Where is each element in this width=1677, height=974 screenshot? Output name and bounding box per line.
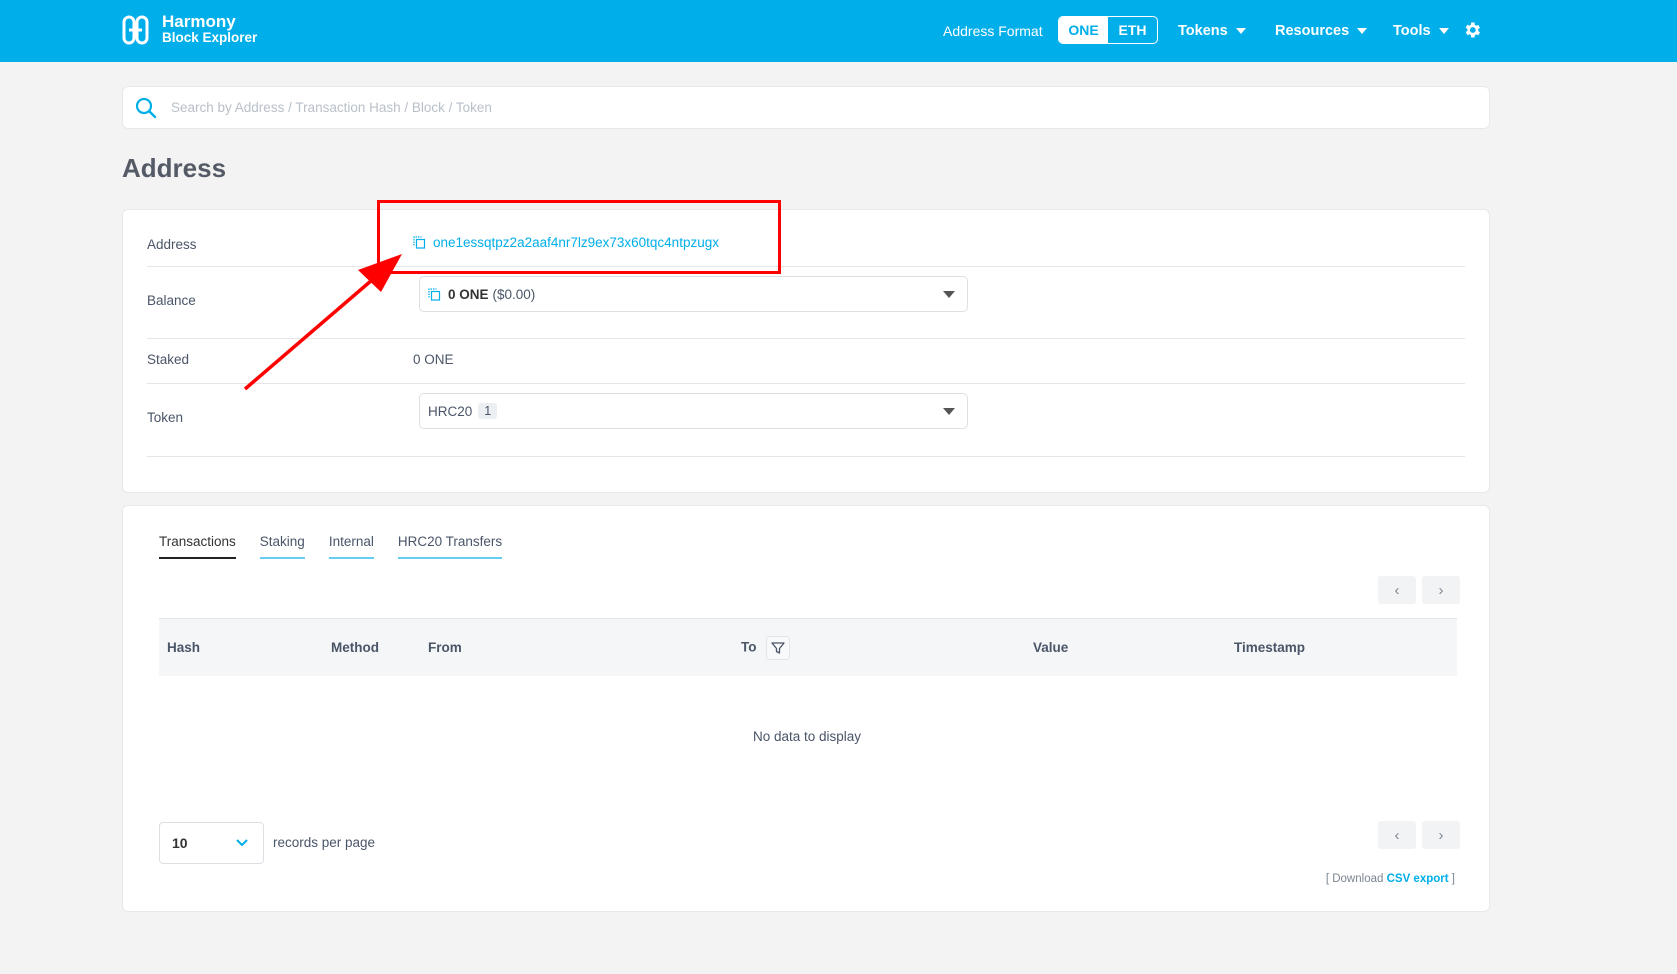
format-one-option[interactable]: ONE [1059,17,1108,43]
format-eth-option[interactable]: ETH [1108,17,1157,43]
balance-usd: ($0.00) [492,286,536,302]
records-per-page-value: 10 [172,835,188,851]
token-dropdown[interactable]: HRC20 1 [419,393,968,429]
transactions-card: Transactions Staking Internal HRC20 Tran… [122,505,1490,912]
column-from: From [428,640,462,655]
token-count-badge: 1 [478,403,498,419]
row-divider [147,383,1465,384]
gear-icon[interactable] [1462,20,1482,40]
row-divider [147,456,1465,457]
staked-label: Staked [147,352,190,367]
next-page-button[interactable]: › [1422,576,1460,604]
tab-staking[interactable]: Staking [259,534,305,559]
caret-down-icon [943,291,955,298]
caret-down-icon [1235,28,1246,34]
table-header: Hash Method From To Value Timestamp [159,618,1457,676]
prev-page-button[interactable]: ‹ [1378,576,1416,604]
csv-export-suffix: ] [1451,873,1455,885]
search-bar [122,86,1490,129]
page-title: Address [122,153,227,183]
column-timestamp: Timestamp [1234,640,1306,655]
resources-menu[interactable]: Resources [1275,0,1368,62]
tab-transactions[interactable]: Transactions [159,534,236,559]
copy-icon[interactable] [428,287,441,301]
balance-amount: 0 ONE [448,286,489,302]
row-divider [147,266,1465,267]
filter-button[interactable] [766,636,791,660]
csv-export-link[interactable]: CSV export [1387,873,1449,885]
search-input[interactable] [171,87,1471,128]
tokens-menu[interactable]: Tokens [1178,0,1246,62]
tools-menu-label: Tools [1393,23,1431,39]
tools-menu[interactable]: Tools [1393,0,1449,62]
next-page-button-bottom[interactable]: › [1422,821,1460,849]
top-navbar: Harmony Block Explorer Address Format ON… [0,0,1677,62]
harmony-logo-icon [122,15,149,45]
address-format-toggle[interactable]: ONE ETH [1058,16,1158,44]
address-value-link[interactable]: one1essqtpz2a2aaf4nr7lz9ex73x60tqc4ntpzu… [413,235,719,250]
resources-menu-label: Resources [1275,23,1350,39]
row-divider [147,338,1465,339]
balance-label: Balance [147,293,196,308]
tokens-menu-label: Tokens [1178,23,1228,39]
address-overview-card: Address one1essqtpz2a2aaf4nr7lz9ex73x60t… [122,209,1490,493]
brand-subtitle: Block Explorer [162,30,258,45]
tab-hrc20-transfers[interactable]: HRC20 Transfers [397,534,503,559]
tab-internal[interactable]: Internal [328,534,374,559]
tab-bar: Transactions Staking Internal HRC20 Tran… [159,534,526,559]
column-method: Method [331,640,379,655]
address-format-label: Address Format [943,23,1043,39]
caret-down-icon [1438,28,1449,34]
csv-export-prefix: [ Download [1325,873,1384,885]
prev-page-button-bottom[interactable]: ‹ [1378,821,1416,849]
brand-name: Harmony [162,12,236,31]
caret-down-icon [1357,28,1368,34]
search-icon [135,97,157,119]
column-to: To [741,636,791,660]
records-per-page-label: records per page [273,835,376,850]
filter-icon [771,642,785,654]
address-value[interactable]: one1essqtpz2a2aaf4nr7lz9ex73x60tqc4ntpzu… [433,235,719,250]
column-value: Value [1033,640,1069,655]
caret-down-icon [943,408,955,415]
chevron-down-icon [236,839,248,847]
column-hash: Hash [167,640,201,655]
address-label: Address [147,237,197,252]
csv-export: [ Download CSV export ] [1326,873,1455,885]
token-value: HRC20 [428,403,473,419]
records-per-page-select[interactable]: 10 [159,822,264,864]
balance-dropdown[interactable]: 0 ONE ($0.00) [419,276,968,312]
token-label: Token [147,410,184,425]
column-to-label: To [741,639,757,655]
brand-logo[interactable]: Harmony Block Explorer [121,13,257,47]
staked-value: 0 ONE [413,352,454,367]
empty-state: No data to display [752,729,862,744]
copy-icon[interactable] [413,236,426,249]
